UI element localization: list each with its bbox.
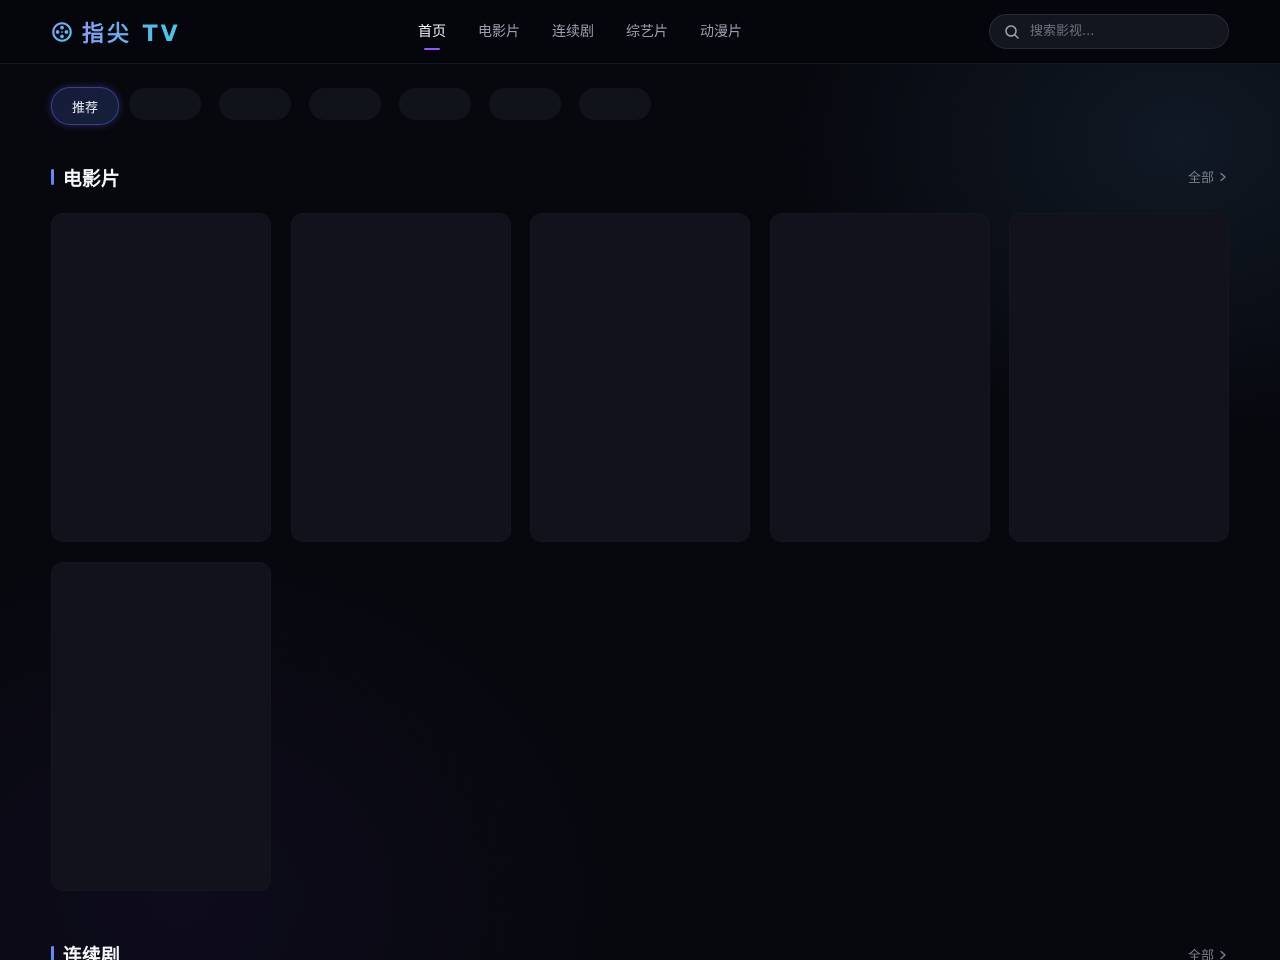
filter-chip-recommended[interactable]: 推荐 (51, 87, 119, 125)
see-all-link[interactable]: 全部 (1188, 945, 1228, 960)
search-icon (1005, 25, 1019, 39)
section-accent-bar (51, 169, 54, 185)
media-card-placeholder[interactable] (51, 213, 271, 542)
media-card-placeholder[interactable] (530, 213, 750, 542)
media-card-placeholder[interactable] (291, 213, 511, 542)
see-all-label: 全部 (1187, 171, 1214, 186)
nav-item-series[interactable]: 连续剧 (552, 21, 594, 41)
nav-item-movies[interactable]: 电影片 (478, 21, 520, 41)
search-box[interactable] (989, 14, 1229, 49)
nav-item-variety[interactable]: 综艺片 (626, 21, 668, 41)
filter-chip-placeholder[interactable] (129, 88, 201, 120)
filter-chip-placeholder[interactable] (489, 88, 561, 120)
filter-chip-placeholder[interactable] (309, 88, 381, 120)
filter-chip-label: 推荐 (71, 100, 98, 116)
nav-item-home[interactable]: 首页 (418, 21, 446, 41)
see-all-label: 全部 (1187, 949, 1214, 960)
section-title: 连续剧 (63, 945, 121, 960)
see-all-link[interactable]: 全部 (1188, 167, 1228, 186)
top-header: 指尖 TV 首页 电影片 连续剧 综艺片 动漫片 (0, 0, 1280, 64)
media-card-placeholder[interactable] (1009, 213, 1229, 542)
chevron-right-icon (1220, 172, 1226, 181)
search-input[interactable] (1030, 15, 1216, 48)
section-accent-bar (51, 946, 54, 960)
filter-chip-placeholder[interactable] (579, 88, 651, 120)
media-card-placeholder[interactable] (51, 562, 271, 891)
brand-name: 指尖 TV (82, 16, 181, 48)
filter-chip-placeholder[interactable] (219, 88, 291, 120)
nav-item-anime[interactable]: 动漫片 (700, 21, 742, 41)
chevron-right-icon (1220, 950, 1226, 959)
brand-logo[interactable]: 指尖 TV (51, 17, 181, 47)
media-card-placeholder[interactable] (770, 213, 990, 542)
nav-active-indicator (424, 48, 440, 50)
section-title: 电影片 (63, 168, 121, 190)
film-reel-icon (52, 22, 72, 42)
filter-chip-placeholder[interactable] (399, 88, 471, 120)
